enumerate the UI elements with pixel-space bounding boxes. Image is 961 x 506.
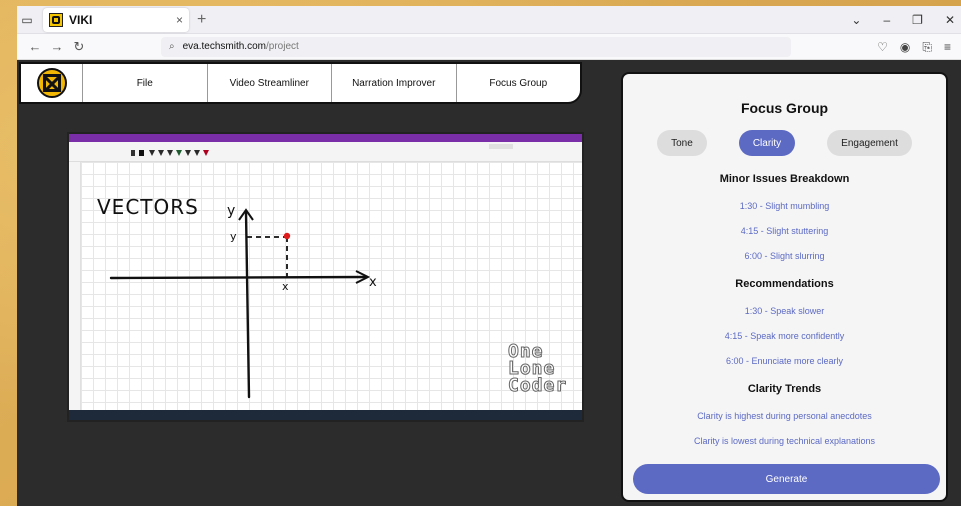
viki-favicon [49, 12, 63, 27]
trend-item: Clarity is highest during personal anecd… [697, 411, 872, 421]
close-window-button[interactable]: ✕ [945, 13, 955, 27]
recommendation-item: 1:30 - Speak slower [744, 306, 825, 316]
video-titlebar [69, 134, 582, 142]
watermark: One Lone Coder [508, 341, 568, 396]
generate-button[interactable]: Generate [633, 464, 940, 494]
focus-group-panel: Focus Group Tone Clarity Engagement Mino… [621, 72, 948, 502]
search-icon: ⌕ [169, 41, 175, 52]
vectors-heading: VECTORS [97, 195, 199, 219]
logo-icon [36, 68, 67, 98]
account-icon[interactable]: ◉ [900, 40, 910, 54]
tab-close-icon[interactable]: × [176, 13, 183, 27]
focus-tabs: Tone Clarity Engagement [623, 130, 946, 156]
panel-title: Focus Group [740, 100, 829, 116]
point-x-label: x [282, 280, 289, 293]
vector-point [283, 232, 291, 240]
y-axis [244, 210, 251, 399]
minor-issues-heading: Minor Issues Breakdown [719, 173, 850, 185]
nav-bar: ← → ↻ ⌕ eva.techsmith.com/project ♡ ◉ ⎘ … [17, 34, 961, 60]
forward-icon[interactable]: → [47, 39, 67, 54]
y-axis-label: y [227, 203, 235, 219]
address-bar[interactable]: ⌕ eva.techsmith.com/project [161, 36, 791, 57]
video-taskbar [69, 410, 582, 420]
whiteboard-canvas: VECTORS y x y x One Lone Coder [81, 162, 582, 410]
minor-issue-item: 4:15 - Slight stuttering [740, 226, 829, 236]
extensions-icon[interactable]: ⎘ [922, 40, 932, 55]
nav-video-streamliner[interactable]: Video Streamliner [208, 64, 332, 102]
menu-icon[interactable]: ≡ [944, 40, 951, 54]
recommendation-item: 6:00 - Enunciate more clearly [725, 356, 844, 366]
browser-tab[interactable]: VIKI × [43, 7, 189, 32]
nav-file[interactable]: File [83, 64, 208, 102]
new-tab-button[interactable]: + [197, 11, 206, 29]
restore-button[interactable]: ❐ [912, 13, 923, 27]
pocket-icon[interactable]: ♡ [877, 40, 888, 54]
recommendation-item: 4:15 - Speak more confidently [724, 331, 845, 341]
minimize-button[interactable]: – [883, 13, 890, 27]
tab-strip: ▭ VIKI × + ⌄ – ❐ ✕ [17, 6, 961, 34]
browser-window: ▭ VIKI × + ⌄ – ❐ ✕ ← → ↻ ⌕ eva.techsmith… [17, 6, 961, 506]
app-nav: File Video Streamliner Narration Improve… [19, 62, 582, 104]
back-icon[interactable]: ← [25, 39, 45, 54]
recommendations-heading: Recommendations [735, 278, 834, 290]
url-domain: eva.techsmith.com [182, 41, 266, 52]
app-area: File Video Streamliner Narration Improve… [17, 60, 961, 506]
tab-overview-icon[interactable]: ▭ [17, 10, 37, 30]
reload-icon[interactable]: ↻ [69, 39, 89, 55]
trend-item: Clarity is lowest during technical expla… [693, 436, 876, 446]
nav-focus-group[interactable]: Focus Group [457, 64, 581, 102]
app-logo[interactable] [21, 64, 83, 102]
video-sidebar [69, 162, 81, 410]
tab-list-icon[interactable]: ⌄ [851, 13, 861, 27]
tab-tone[interactable]: Tone [657, 130, 707, 156]
minor-issue-item: 6:00 - Slight slurring [744, 251, 825, 261]
url-path: /project [265, 41, 299, 52]
nav-narration-improver[interactable]: Narration Improver [332, 64, 457, 102]
ribbon-tools-graphic [131, 144, 513, 156]
tab-clarity[interactable]: Clarity [738, 130, 796, 156]
clarity-trends-heading: Clarity Trends [747, 383, 822, 395]
tab-engagement[interactable]: Engagement [827, 130, 912, 156]
video-preview[interactable]: VECTORS y x y x One Lone Coder [67, 132, 584, 422]
video-ribbon [69, 142, 582, 162]
x-axis-label: x [369, 275, 377, 290]
x-axis [109, 275, 368, 280]
point-y-label: y [230, 230, 237, 243]
minor-issue-item: 1:30 - Slight mumbling [739, 201, 830, 211]
tab-title: VIKI [69, 12, 93, 27]
